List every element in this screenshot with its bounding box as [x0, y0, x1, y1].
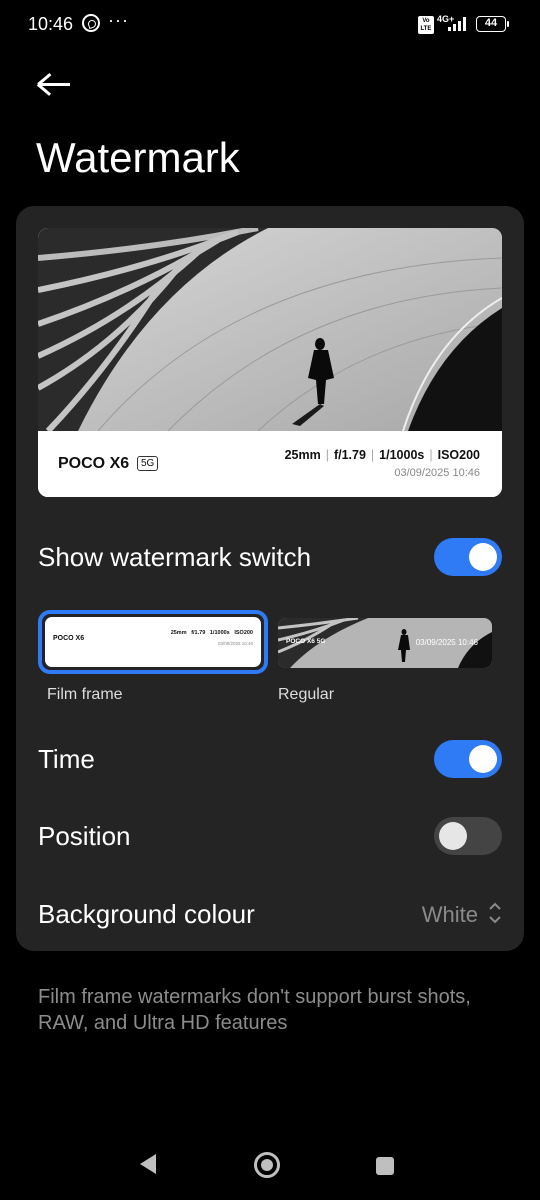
nav-back-button[interactable]: [140, 1154, 156, 1174]
back-arrow-icon: [38, 83, 70, 86]
footnote: Film frame watermarks don't support burs…: [38, 986, 471, 1034]
status-bar: 10:46 ··· Vo LTE 4G+ 44: [0, 0, 540, 50]
regular-brand: POCO X6 5G: [286, 638, 326, 645]
film-frame-label: Film frame: [47, 686, 123, 703]
focal-length: 25mm: [284, 448, 321, 462]
aperture: f/1.79: [333, 448, 366, 462]
battery-icon: 44: [476, 16, 509, 32]
whatsapp-icon: [82, 14, 100, 32]
device-brand: POCO X6: [58, 455, 130, 472]
show-watermark-label: Show watermark switch: [38, 542, 312, 572]
more-notifications-icon: ···: [108, 10, 129, 30]
watermark-settings-card: POCO X6 5G 25mm | f/1.79 | 1/1000s | ISO200 03…: [16, 206, 524, 951]
regular-option[interactable]: POCO X6 5G 03/09/2025 10:46: [278, 618, 492, 668]
5g-badge: 5G: [137, 456, 159, 471]
watermark-preview: POCO X6 5G 25mm | f/1.79 | 1/1000s | ISO200 03…: [38, 228, 502, 497]
position-label: Position: [38, 821, 131, 851]
position-toggle[interactable]: [434, 817, 502, 855]
mini-specs: 25mm f/1.79 1/1000s ISO200: [170, 630, 253, 636]
film-frame-option[interactable]: POCO X6 25mm f/1.79 1/1000s ISO200 03/09…: [38, 610, 268, 674]
regular-date: 03/09/2025 10:46: [415, 638, 478, 647]
capture-date: 03/09/2025 10:46: [394, 467, 480, 479]
page-title: Watermark: [36, 134, 240, 181]
time-label: Time: [38, 744, 95, 774]
signal-icon: [448, 17, 468, 31]
camera-specs: 25mm | f/1.79 | 1/1000s | ISO200: [284, 448, 480, 462]
iso: ISO200: [437, 448, 480, 462]
preview-photo: [38, 228, 502, 431]
back-button[interactable]: [36, 66, 76, 102]
status-time: 10:46: [28, 14, 74, 34]
nav-home-button[interactable]: [254, 1152, 280, 1178]
time-toggle[interactable]: [434, 740, 502, 778]
mini-brand: POCO X6: [53, 635, 85, 642]
shutter-speed: 1/1000s: [379, 448, 425, 462]
show-watermark-toggle[interactable]: [434, 538, 502, 576]
film-frame-bar: POCO X6 5G 25mm | f/1.79 | 1/1000s | ISO200 03…: [38, 431, 502, 497]
nav-recents-button[interactable]: [376, 1157, 394, 1175]
volte-icon: Vo LTE: [418, 16, 434, 34]
background-colour-label[interactable]: Background colour: [38, 899, 255, 930]
mini-date: 03/09/2025 10:46: [217, 641, 253, 646]
chevron-updown-icon[interactable]: [488, 900, 502, 926]
background-colour-value[interactable]: White: [422, 902, 478, 928]
regular-label: Regular: [278, 686, 335, 703]
